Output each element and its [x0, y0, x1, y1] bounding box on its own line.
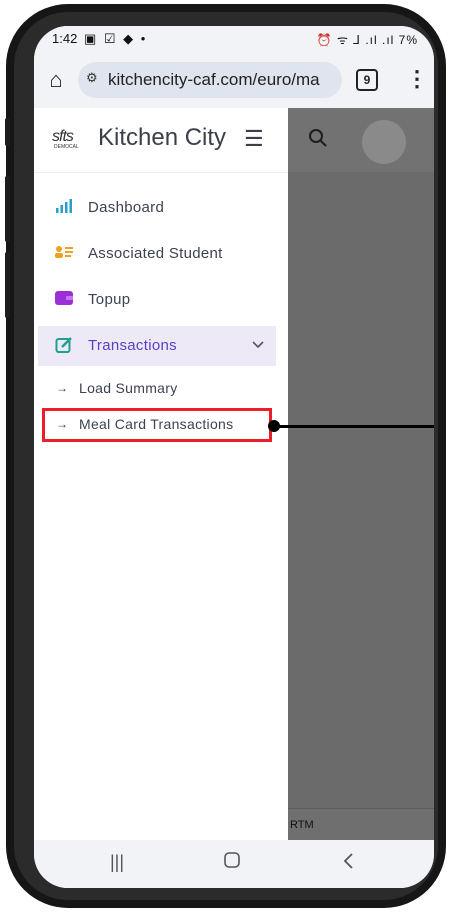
contact-card-icon — [54, 244, 74, 264]
search-icon[interactable] — [308, 128, 328, 153]
site-settings-icon[interactable]: ⚙ — [86, 70, 98, 86]
sidebar-item-topup[interactable]: Topup — [38, 280, 276, 320]
wallet-icon — [54, 290, 74, 310]
arrow-right-icon: → — [56, 381, 68, 395]
recent-apps-icon[interactable]: ||| — [110, 852, 124, 873]
home-icon[interactable]: ⌂ — [42, 66, 70, 94]
back-icon[interactable] — [342, 852, 354, 875]
tab-switcher-button[interactable]: 9 — [356, 69, 378, 91]
sidebar: sfts DEMOCAL Kitchen City ☰ Dashboard Ass… — [34, 108, 288, 840]
sidebar-item-associated-student[interactable]: Associated Student — [38, 234, 276, 274]
device-screen: 1:42 ▣ ☑ ◆ • ⏰ ᯤ ⅃ .ıl .ıl 7% ⌂ ⚙ kitche… — [34, 26, 434, 888]
submenu-item-label: Load Summary — [79, 380, 178, 396]
sidebar-item-label: Transactions — [88, 337, 177, 354]
status-time: 1:42 — [52, 31, 78, 46]
power-button — [5, 252, 10, 318]
home-button-icon[interactable] — [223, 852, 241, 873]
volume-button — [5, 118, 10, 146]
highlight-annotation — [42, 408, 272, 442]
sidebar-brand: sfts DEMOCAL Kitchen City ☰ — [34, 108, 288, 173]
more-menu-icon[interactable]: ⋮ — [406, 66, 428, 92]
notification-icons: ▣ ☑ ◆ • — [84, 31, 148, 46]
status-bar: 1:42 ▣ ☑ ◆ • ⏰ ᯤ ⅃ .ıl .ıl 7% — [34, 26, 434, 52]
sidebar-item-dashboard[interactable]: Dashboard — [38, 188, 276, 228]
bar-chart-icon — [54, 198, 74, 218]
callout-line — [278, 425, 434, 428]
sidebar-item-transactions[interactable]: Transactions — [38, 326, 276, 366]
edit-icon — [54, 336, 74, 356]
sidebar-item-label: Topup — [88, 291, 131, 308]
sidebar-item-label: Associated Student — [88, 245, 223, 262]
browser-toolbar: ⌂ ⚙ kitchencity-caf.com/euro/ma 9 ⋮ — [34, 52, 434, 108]
footer-text: RTM — [290, 819, 314, 831]
sidebar-item-label: Dashboard — [88, 199, 165, 216]
system-icons: ⏰ ᯤ ⅃ .ıl .ıl 7% — [316, 33, 418, 47]
chevron-down-icon — [252, 336, 264, 352]
submenu-item-load-summary[interactable]: → Load Summary — [38, 372, 276, 406]
page-header-overlay — [288, 108, 434, 172]
web-page: RTM sfts DEMOCAL Kitchen City ☰ Dashboard… — [34, 108, 434, 841]
url-text: kitchencity-caf.com/euro/ma — [108, 70, 320, 89]
system-nav-bar: ||| — [34, 840, 434, 888]
brand-logo: sfts DEMOCAL — [52, 128, 79, 150]
hamburger-menu-icon[interactable]: ☰ — [244, 126, 264, 152]
address-bar[interactable]: ⚙ kitchencity-caf.com/euro/ma — [78, 62, 342, 98]
page-footer: RTM — [288, 808, 434, 841]
volume-button — [5, 176, 10, 242]
avatar[interactable] — [362, 120, 406, 164]
brand-name: Kitchen City — [98, 124, 227, 151]
